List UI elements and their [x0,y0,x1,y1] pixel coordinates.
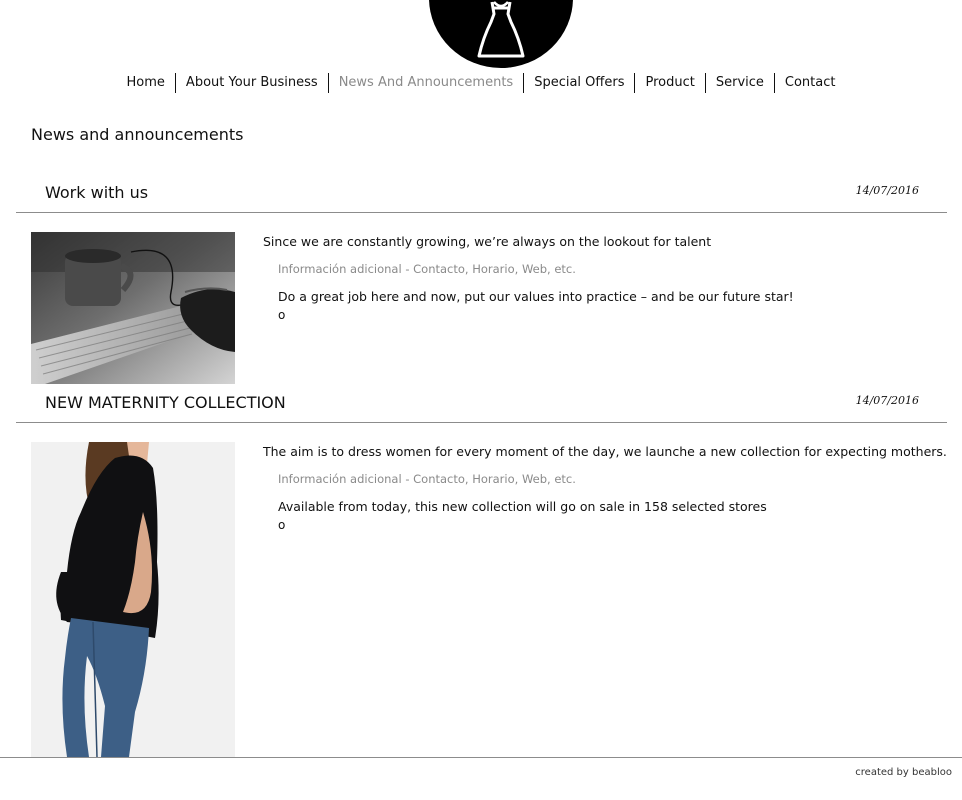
article-info-link[interactable]: Información adicional - Contacto, Horari… [278,262,576,276]
article-date: 14/07/2016 [855,394,919,407]
article-body: Available from today, this new collectio… [278,499,767,514]
logo[interactable] [429,0,573,68]
page-title: News and announcements [31,125,244,144]
list-bullet: o [278,518,286,532]
maternity-photo [31,442,235,757]
article-header: Work with us 14/07/2016 [16,172,947,213]
nav-service[interactable]: Service [706,73,775,93]
article-title[interactable]: Work with us [45,183,148,202]
article-date: 14/07/2016 [855,184,919,197]
article-header: NEW MATERNITY COLLECTION 14/07/2016 [16,382,947,423]
footer-divider [0,757,962,758]
article-title[interactable]: NEW MATERNITY COLLECTION [45,393,286,412]
dress-icon [477,1,525,58]
nav-special-offers[interactable]: Special Offers [524,73,636,93]
article-lead: The aim is to dress women for every mome… [263,444,947,459]
nav-home[interactable]: Home [117,73,176,93]
article-info-link[interactable]: Información adicional - Contacto, Horari… [278,472,576,486]
nav-contact[interactable]: Contact [775,73,846,93]
nav-about[interactable]: About Your Business [176,73,329,93]
footer-credit-link[interactable]: created by beabloo [855,767,952,778]
article-body: Do a great job here and now, put our val… [278,289,794,304]
article-image-keyboard[interactable] [31,232,235,384]
article-lead: Since we are constantly growing, we’re a… [263,234,712,249]
nav-product[interactable]: Product [635,73,706,93]
nav-news[interactable]: News And Announcements [329,73,525,93]
list-bullet: o [278,308,286,322]
main-nav: Home About Your Business News And Announ… [0,72,962,94]
article-image-maternity[interactable] [31,442,235,757]
keyboard-photo [31,232,235,384]
